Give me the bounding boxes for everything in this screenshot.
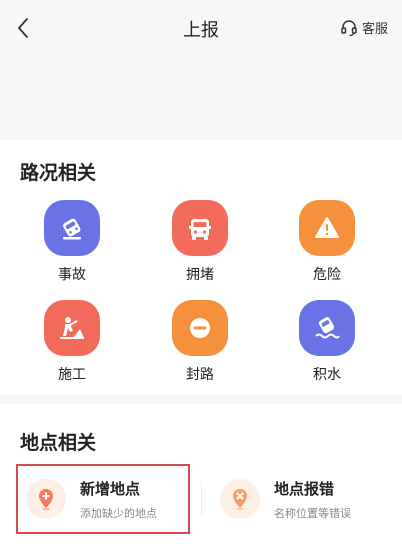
place-error-subtitle: 名称位置等错误 (274, 506, 351, 520)
report-accident-button[interactable]: 事故 (27, 200, 117, 290)
traffic-jam-car-icon (189, 219, 211, 240)
car-crash-icon (63, 218, 81, 240)
construction-label: 施工 (58, 367, 86, 383)
location-error-pin-icon (233, 489, 247, 510)
danger-label: 危险 (313, 267, 341, 283)
report-construction-button[interactable]: 施工 (27, 300, 117, 390)
accident-icon-bg (44, 200, 100, 256)
place-error-title: 地点报错 (274, 479, 335, 498)
add-location-pin-icon (39, 489, 53, 510)
customer-service-label: 客服 (361, 22, 388, 37)
report-flooding-button[interactable]: 积水 (282, 300, 372, 390)
congestion-icon-bg (172, 200, 228, 256)
accident-label: 事故 (58, 267, 86, 283)
add-place-title: 新增地点 (80, 479, 141, 498)
customer-service-button[interactable]: 客服 (340, 18, 388, 37)
road-closed-label: 封路 (186, 367, 214, 383)
place-error-icon-bg (220, 479, 260, 519)
traffic-section: 路况相关 事故 拥堵 危险 施工 封路 积水 (0, 140, 402, 395)
road-closed-icon (190, 318, 210, 338)
traffic-section-title: 路况相关 (20, 162, 97, 184)
add-place-card[interactable]: 新增地点 添加缺少的地点 (16, 464, 190, 534)
report-congestion-button[interactable]: 拥堵 (155, 200, 245, 290)
construction-icon-bg (44, 300, 100, 356)
place-error-card[interactable]: 地点报错 名称位置等错误 (212, 466, 392, 532)
danger-icon-bg (299, 200, 355, 256)
card-divider (201, 482, 202, 516)
warning-icon (315, 217, 339, 238)
road-closed-icon-bg (172, 300, 228, 356)
construction-worker-icon (60, 317, 84, 339)
congestion-label: 拥堵 (186, 267, 214, 283)
report-road-closed-button[interactable]: 封路 (155, 300, 245, 390)
places-section-title: 地点相关 (20, 432, 97, 454)
flooded-car-icon (315, 317, 340, 339)
report-danger-button[interactable]: 危险 (282, 200, 372, 290)
flooding-label: 积水 (313, 367, 341, 383)
top-bar: 上报 客服 (0, 0, 402, 58)
add-place-subtitle: 添加缺少的地点 (80, 506, 157, 520)
places-section: 地点相关 新增地点 添加缺少的地点 地点报错 名称位置等错误 (0, 404, 402, 544)
flooding-icon-bg (299, 300, 355, 356)
headset-icon (341, 19, 357, 36)
add-place-icon-bg (26, 479, 66, 519)
